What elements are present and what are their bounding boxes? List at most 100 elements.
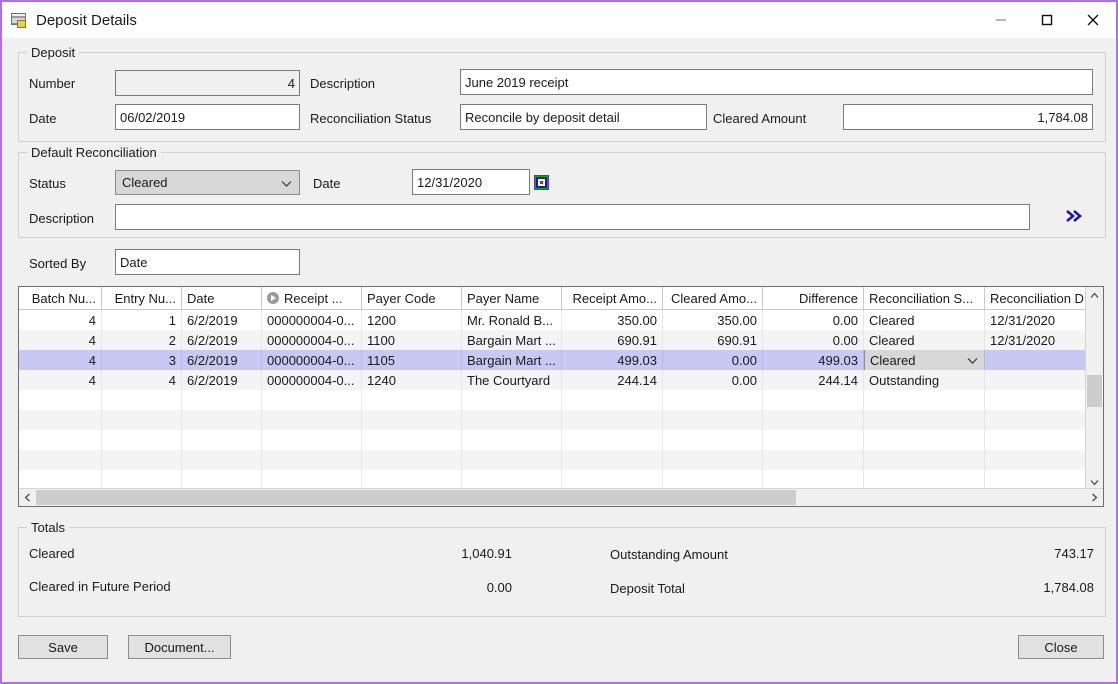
grid-cell-empty[interactable] bbox=[562, 410, 663, 430]
grid-cell-empty[interactable] bbox=[562, 470, 663, 489]
grid-cell-recon_date[interactable]: 12/31/2020 bbox=[985, 330, 1086, 350]
grid-cell-difference[interactable]: 0.00 bbox=[763, 310, 864, 330]
grid-cell-empty[interactable] bbox=[864, 430, 985, 450]
grid-cell-receipt_amount[interactable]: 499.03 bbox=[562, 350, 663, 370]
grid-cell-receipt[interactable]: 000000004-0... bbox=[262, 370, 362, 390]
grid-vertical-scrollbar[interactable] bbox=[1085, 287, 1103, 491]
grid-cell-empty[interactable] bbox=[182, 450, 262, 470]
grid-cell-empty[interactable] bbox=[985, 410, 1086, 430]
grid-cell-empty[interactable] bbox=[102, 450, 182, 470]
grid-cell-date[interactable]: 6/2/2019 bbox=[182, 330, 262, 350]
grid-cell-recon_status[interactable]: Cleared bbox=[864, 350, 985, 370]
grid-cell-empty[interactable] bbox=[864, 410, 985, 430]
grid-cell-batch[interactable]: 4 bbox=[19, 310, 102, 330]
grid-cell-receipt[interactable]: 000000004-0... bbox=[262, 310, 362, 330]
grid-cell-entry[interactable]: 4 bbox=[102, 370, 182, 390]
grid-cell-empty[interactable] bbox=[663, 450, 763, 470]
calendar-picker-icon[interactable] bbox=[534, 175, 549, 190]
grid-cell-receipt[interactable]: 000000004-0... bbox=[262, 330, 362, 350]
deposit-detail-grid[interactable]: Batch Nu... Entry Nu... Date Receipt ... Pay… bbox=[18, 286, 1104, 507]
close-icon[interactable] bbox=[1070, 2, 1116, 38]
table-row-empty[interactable] bbox=[19, 450, 1086, 470]
grid-cell-empty[interactable] bbox=[462, 430, 562, 450]
default-date-field[interactable]: 12/31/2020 bbox=[412, 169, 530, 195]
grid-cell-empty[interactable] bbox=[562, 390, 663, 410]
grid-cell-empty[interactable] bbox=[562, 450, 663, 470]
grid-cell-empty[interactable] bbox=[985, 470, 1086, 489]
grid-cell-empty[interactable] bbox=[864, 390, 985, 410]
table-row-empty[interactable] bbox=[19, 430, 1086, 450]
grid-cell-payer_code[interactable]: 1200 bbox=[362, 310, 462, 330]
grid-cell-date[interactable]: 6/2/2019 bbox=[182, 370, 262, 390]
save-button[interactable]: Save bbox=[18, 635, 108, 659]
grid-cell-empty[interactable] bbox=[864, 450, 985, 470]
grid-cell-empty[interactable] bbox=[985, 450, 1086, 470]
table-row-empty[interactable] bbox=[19, 410, 1086, 430]
number-field[interactable]: 4 bbox=[115, 70, 300, 96]
grid-cell-empty[interactable] bbox=[262, 430, 362, 450]
grid-header-batch[interactable]: Batch Nu... bbox=[19, 287, 102, 309]
grid-header-payer_name[interactable]: Payer Name bbox=[462, 287, 562, 309]
grid-cell-empty[interactable] bbox=[864, 470, 985, 489]
close-button[interactable]: Close bbox=[1018, 635, 1104, 659]
grid-cell-empty[interactable] bbox=[362, 430, 462, 450]
grid-cell-empty[interactable] bbox=[462, 410, 562, 430]
grid-cell-empty[interactable] bbox=[362, 390, 462, 410]
grid-cell-difference[interactable]: 499.03 bbox=[763, 350, 864, 370]
grid-cell-payer_name[interactable]: Bargain Mart ... bbox=[462, 350, 562, 370]
vertical-scroll-thumb[interactable] bbox=[1087, 375, 1102, 407]
grid-cell-cleared_amount[interactable]: 0.00 bbox=[663, 370, 763, 390]
grid-header-entry[interactable]: Entry Nu... bbox=[102, 287, 182, 309]
grid-header-cleared_amount[interactable]: Cleared Amo... bbox=[663, 287, 763, 309]
grid-cell-recon_status[interactable]: Cleared bbox=[864, 310, 985, 330]
grid-cell-batch[interactable]: 4 bbox=[19, 370, 102, 390]
grid-cell-entry[interactable]: 3 bbox=[102, 350, 182, 370]
grid-body[interactable]: 4 1 6/2/2019 000000004-0... 1200 Mr. Ronald B… bbox=[19, 310, 1086, 489]
grid-cell-empty[interactable] bbox=[19, 390, 102, 410]
grid-cell-empty[interactable] bbox=[763, 470, 864, 489]
minimize-icon[interactable] bbox=[978, 2, 1024, 38]
grid-cell-empty[interactable] bbox=[182, 430, 262, 450]
grid-cell-empty[interactable] bbox=[562, 430, 663, 450]
grid-cell-empty[interactable] bbox=[102, 410, 182, 430]
table-row[interactable]: 4 4 6/2/2019 000000004-0... 1240 The Courtyar… bbox=[19, 370, 1086, 390]
table-row[interactable]: 4 1 6/2/2019 000000004-0... 1200 Mr. Ronald B… bbox=[19, 310, 1086, 330]
deposit-description-field[interactable]: June 2019 receipt bbox=[460, 69, 1093, 95]
grid-cell-cleared_amount[interactable]: 0.00 bbox=[663, 350, 763, 370]
cleared-amount-field[interactable]: 1,784.08 bbox=[843, 104, 1093, 130]
grid-header-receipt[interactable]: Receipt ... bbox=[262, 287, 362, 309]
grid-cell-empty[interactable] bbox=[19, 470, 102, 489]
deposit-date-field[interactable]: 06/02/2019 bbox=[115, 104, 300, 130]
grid-cell-payer_name[interactable]: The Courtyard bbox=[462, 370, 562, 390]
grid-cell-empty[interactable] bbox=[102, 430, 182, 450]
grid-cell-empty[interactable] bbox=[763, 430, 864, 450]
grid-cell-date[interactable]: 6/2/2019 bbox=[182, 350, 262, 370]
grid-cell-receipt_amount[interactable]: 350.00 bbox=[562, 310, 663, 330]
table-row-empty[interactable] bbox=[19, 470, 1086, 489]
grid-header-recon_date[interactable]: Reconciliation D... bbox=[985, 287, 1086, 309]
grid-cell-empty[interactable] bbox=[262, 470, 362, 489]
grid-cell-cleared_amount[interactable]: 350.00 bbox=[663, 310, 763, 330]
grid-cell-empty[interactable] bbox=[182, 410, 262, 430]
grid-cell-date[interactable]: 6/2/2019 bbox=[182, 310, 262, 330]
table-row-empty[interactable] bbox=[19, 390, 1086, 410]
double-chevron-right-icon[interactable] bbox=[1060, 205, 1088, 227]
table-row[interactable]: 4 3 6/2/2019 000000004-0... 1105 Bargain Mart… bbox=[19, 350, 1086, 370]
grid-cell-empty[interactable] bbox=[182, 470, 262, 489]
grid-cell-payer_code[interactable]: 1240 bbox=[362, 370, 462, 390]
grid-cell-empty[interactable] bbox=[362, 450, 462, 470]
grid-cell-recon_date[interactable] bbox=[985, 370, 1086, 390]
document-button[interactable]: Document... bbox=[128, 635, 231, 659]
grid-cell-empty[interactable] bbox=[663, 390, 763, 410]
default-description-field[interactable] bbox=[115, 204, 1030, 230]
grid-cell-empty[interactable] bbox=[985, 430, 1086, 450]
grid-cell-empty[interactable] bbox=[763, 390, 864, 410]
grid-cell-empty[interactable] bbox=[262, 410, 362, 430]
grid-cell-batch[interactable]: 4 bbox=[19, 330, 102, 350]
scroll-right-icon[interactable] bbox=[1086, 489, 1103, 506]
grid-cell-payer_code[interactable]: 1100 bbox=[362, 330, 462, 350]
grid-cell-recon_date[interactable]: 12/31/2020 bbox=[985, 310, 1086, 330]
grid-cell-receipt_amount[interactable]: 690.91 bbox=[562, 330, 663, 350]
grid-cell-empty[interactable] bbox=[262, 450, 362, 470]
grid-cell-recon_date[interactable] bbox=[985, 350, 1086, 370]
